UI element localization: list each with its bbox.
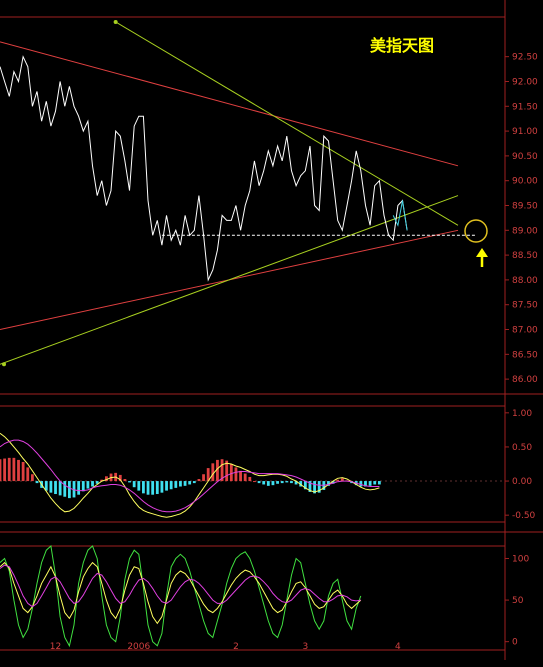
price-axis-tick-label: 90.00 (512, 177, 538, 187)
main-price-panel: 92.50 92.00 91.50 91.00 90.50 90.00 89.50 89.00… (0, 19, 538, 385)
kdj-axis-tick-label: 100 (512, 554, 529, 564)
macd-bar (142, 481, 145, 494)
macd-bar (197, 479, 201, 482)
macd-bar (183, 481, 187, 486)
price-line (0, 55, 408, 282)
macd-bar (3, 458, 7, 482)
macd-bar (21, 461, 25, 482)
price-axis-tick-label: 87.50 (512, 301, 538, 311)
macd-bar (202, 474, 205, 482)
macd-bar (290, 481, 293, 484)
macd-bar (0, 459, 2, 482)
price-axis-tick-label: 91.00 (512, 127, 538, 137)
macd-bar (123, 479, 127, 482)
macd-bar (17, 459, 20, 482)
macd-axis-tick-label: -0.50 (512, 511, 536, 521)
macd-bar (58, 481, 62, 496)
price-axis-tick-label: 88.50 (512, 251, 538, 261)
trend-anchor-point (2, 362, 6, 367)
macd-bar (179, 481, 182, 487)
macd-bar (262, 481, 266, 485)
macd-bar (91, 481, 94, 487)
macd-bar (211, 463, 215, 482)
x-tick-label: 2 (233, 642, 239, 652)
annotations (464, 219, 488, 267)
macd-bar (30, 474, 34, 482)
macd-axis-tick-label: 1.00 (512, 409, 532, 419)
highlight-circle (464, 219, 488, 243)
x-tick-label: 3 (302, 642, 308, 652)
macd-bar (12, 457, 16, 482)
kdj-j-line (0, 545, 362, 648)
macd-panel: 1.00 0.50 0.00 -0.50 (0, 409, 536, 521)
macd-bar (192, 481, 196, 484)
macd-bar (49, 481, 53, 493)
macd-bar (137, 481, 141, 491)
macd-bar (67, 481, 71, 499)
macd-dea-line (0, 439, 380, 513)
macd-bar (26, 467, 30, 482)
macd-bar (155, 481, 159, 495)
x-tick-label: 12 (50, 642, 61, 652)
macd-bar (128, 481, 131, 483)
macd-bar (86, 481, 90, 489)
macd-bar (368, 481, 372, 486)
chart-canvas: 美指天图 92.50 92.00 91.50 91.00 90.50 90.00 89.50… (0, 0, 543, 660)
price-axis-tick-label: 88.00 (512, 276, 538, 286)
macd-bar (276, 481, 279, 484)
price-axis-tick-label: 92.00 (512, 77, 538, 87)
up-arrow-icon (476, 248, 488, 257)
macd-bar (160, 481, 164, 493)
macd-bar (54, 481, 57, 495)
panel-frames (0, 0, 543, 660)
macd-bar (266, 481, 270, 486)
macd-bar (248, 476, 252, 482)
macd-bar (7, 457, 11, 482)
macd-bar (146, 481, 150, 495)
kdj-axis-tick-label: 50 (512, 596, 524, 606)
macd-bar (77, 481, 81, 495)
price-axis-tick-label: 92.50 (512, 53, 538, 63)
x-tick-label: 4 (395, 642, 401, 652)
trend-line (0, 41, 459, 167)
macd-bar (169, 481, 173, 490)
macd-bar (132, 481, 136, 488)
macd-bar (229, 464, 233, 482)
price-axis-tick-label: 86.00 (512, 375, 538, 385)
macd-bar (81, 481, 85, 492)
macd-bar (63, 481, 67, 497)
kdj-k-line (0, 561, 362, 625)
macd-bar (188, 481, 192, 485)
macd-bar (239, 470, 242, 482)
price-axis-tick-label: 86.50 (512, 350, 538, 360)
macd-bar (257, 481, 261, 484)
macd-bar (377, 481, 381, 485)
price-axis-tick-label: 87.00 (512, 326, 538, 336)
macd-bar (373, 481, 377, 485)
price-axis-tick-label: 90.50 (512, 152, 538, 162)
macd-bar (234, 467, 238, 482)
macd-bar (336, 479, 340, 482)
kdj-panel: 100 50 0 (0, 545, 529, 648)
kdj-axis-tick-label: 0 (512, 638, 518, 648)
macd-bar (280, 481, 284, 484)
macd-bar (243, 473, 247, 482)
macd-axis-tick-label: 0.00 (512, 477, 532, 487)
macd-bar (253, 481, 256, 483)
x-tick-label: 2006 (127, 642, 150, 652)
trend-anchor-point (113, 19, 118, 24)
chart-title: 美指天图 (370, 36, 434, 55)
macd-bar (35, 481, 39, 484)
price-axis-tick-label: 89.50 (512, 202, 538, 212)
price-axis-tick-label: 89.00 (512, 226, 538, 236)
macd-bar (151, 481, 155, 495)
macd-bar (165, 481, 168, 491)
macd-bar (285, 481, 289, 483)
macd-axis-tick-label: 0.50 (512, 443, 532, 453)
price-axis-tick-label: 91.50 (512, 102, 538, 112)
macd-bar (271, 481, 275, 486)
macd-bar (174, 481, 178, 488)
